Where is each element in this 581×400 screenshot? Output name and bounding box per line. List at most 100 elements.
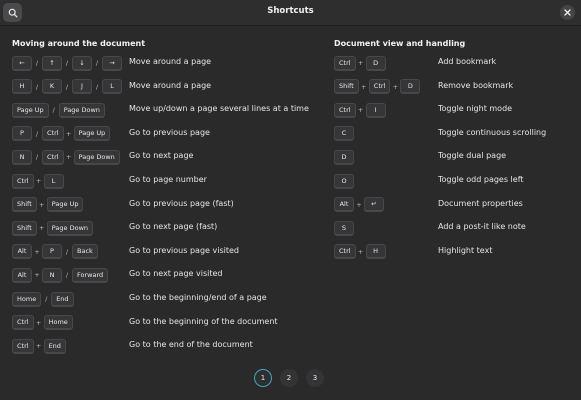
section-title-navigation: Moving around the document xyxy=(12,39,146,48)
keycap: End xyxy=(51,291,74,307)
keycap: N xyxy=(12,149,32,165)
key-separator: + xyxy=(34,271,40,280)
keycap: Page Down xyxy=(73,149,120,165)
key-combo: Ctrl + End xyxy=(12,338,66,354)
keycap: N xyxy=(42,267,62,283)
shortcut-description: Remove bookmark xyxy=(438,80,514,90)
keycap: Ctrl xyxy=(12,315,34,331)
section-title-view: Document view and handling xyxy=(334,39,466,48)
keycap: Alt xyxy=(12,267,32,283)
close-button[interactable] xyxy=(560,5,575,20)
shortcut-description: Go to the beginning of the document xyxy=(129,316,278,326)
keycap: Page Up xyxy=(46,197,84,213)
shortcut-row: D Toggle dual page xyxy=(334,149,574,165)
shortcut-row: S Add a post-it like note xyxy=(334,220,574,236)
page-button[interactable]: 1 xyxy=(254,369,272,387)
shortcut-row: Shift + Page Up Go to previous page (fast) xyxy=(12,197,252,213)
shortcut-description: Go to previous page (fast) xyxy=(129,198,234,208)
keycap: Alt xyxy=(12,244,32,260)
keycap: Page Up xyxy=(12,102,49,118)
shortcut-row: Alt + N / Forward Go to next page visited xyxy=(12,267,252,283)
shortcut-row: Alt + ↵ Document properties xyxy=(334,197,574,213)
key-combo: ← / ↑ / ↓ / → xyxy=(12,55,122,71)
shortcut-description: Move around a page xyxy=(129,57,212,66)
keycap: Home xyxy=(12,291,42,307)
shortcut-description: Move up/down a page several lines at a t… xyxy=(129,104,309,114)
key-separator: + xyxy=(357,106,364,115)
keycap: Ctrl xyxy=(12,173,34,189)
shortcut-row: Ctrl + H Highlight text xyxy=(334,244,574,260)
key-separator: + xyxy=(361,82,367,91)
shortcut-description: Toggle night mode xyxy=(438,104,513,114)
keycap: P xyxy=(12,126,32,142)
keycap: Ctrl xyxy=(334,102,356,118)
keycap: Page Down xyxy=(58,102,105,118)
shortcut-description: Toggle odd pages left xyxy=(438,175,524,184)
shortcut-description: Add a post-it like note xyxy=(438,222,526,232)
key-separator: + xyxy=(34,247,40,256)
close-icon xyxy=(564,9,571,16)
shortcut-description: Go to the end of the document xyxy=(129,340,253,350)
key-combo: Shift + Ctrl + D xyxy=(334,79,421,95)
shortcut-row: P / Ctrl + Page Up Go to previous page xyxy=(12,126,252,142)
keycap: C xyxy=(334,126,354,142)
shortcut-description: Go to previous page visited xyxy=(129,245,239,255)
key-separator: / xyxy=(35,129,39,138)
keycap: End xyxy=(43,338,66,354)
keycap: ↑ xyxy=(42,55,62,71)
header-bar: Shortcuts xyxy=(0,0,581,26)
shortcut-row: Ctrl + I Toggle night mode xyxy=(334,102,574,118)
key-combo: Alt + ↵ xyxy=(334,197,384,213)
page-button[interactable]: 3 xyxy=(306,369,324,387)
shortcut-description: Go to next page (fast) xyxy=(129,222,218,232)
keycap: L xyxy=(43,173,64,189)
key-separator: + xyxy=(357,59,364,67)
shortcut-description: Go to next page visited xyxy=(129,269,223,279)
keycap: Ctrl xyxy=(334,244,356,260)
keycap: Back xyxy=(72,244,98,260)
keycap: H xyxy=(365,244,386,260)
key-combo: Page Up / Page Down xyxy=(12,102,105,118)
key-separator: + xyxy=(35,318,42,327)
key-combo: Ctrl + L xyxy=(12,173,64,189)
shortcut-row: ← / ↑ / ↓ / → Move around a page xyxy=(12,55,252,71)
keycap: ← xyxy=(12,55,32,71)
keycap: D xyxy=(400,79,421,95)
keycap: Ctrl xyxy=(334,55,356,71)
shortcut-row: Shift + Page Down Go to next page (fast) xyxy=(12,220,252,236)
keycap: Shift xyxy=(12,220,37,236)
key-combo: C xyxy=(334,126,354,142)
shortcut-description: Toggle dual page xyxy=(438,151,507,161)
key-separator: + xyxy=(35,342,42,351)
key-separator: + xyxy=(65,153,72,162)
keycap: O xyxy=(334,173,354,189)
key-combo: Shift + Page Down xyxy=(12,220,94,236)
key-combo: Alt + N / Forward xyxy=(12,267,109,283)
keycap: Home xyxy=(43,315,73,331)
key-separator: / xyxy=(95,82,99,91)
keycap: Alt xyxy=(334,197,354,213)
keycap: ↵ xyxy=(364,197,384,213)
shortcut-row: O Toggle odd pages left xyxy=(334,173,574,189)
keycap: H xyxy=(12,79,32,95)
key-separator: / xyxy=(52,106,55,115)
keycap: D xyxy=(365,55,386,71)
shortcut-row: Ctrl + Home Go to the beginning of the docu… xyxy=(12,315,278,331)
keycap: Shift xyxy=(12,197,37,213)
key-combo: Ctrl + H xyxy=(334,244,386,260)
key-separator: / xyxy=(65,247,69,256)
keycap: L xyxy=(102,79,122,95)
shortcut-row: N / Ctrl + Page Down Go to next page xyxy=(12,149,252,165)
shortcut-row: Ctrl + D Add bookmark xyxy=(334,55,574,71)
key-separator: + xyxy=(39,224,45,233)
shortcut-description: Go to next page xyxy=(129,151,194,161)
page-button[interactable]: 2 xyxy=(280,369,298,387)
shortcut-description: Toggle continuous scrolling xyxy=(438,127,547,137)
key-combo: O xyxy=(334,173,354,189)
keycap: Ctrl xyxy=(12,338,34,354)
shortcut-description: Add bookmark xyxy=(438,57,497,66)
shortcut-description: Go to the beginning/end of a page xyxy=(129,293,267,302)
key-combo: Ctrl + Home xyxy=(12,315,73,331)
key-separator: / xyxy=(45,295,48,303)
key-separator: / xyxy=(65,271,69,280)
